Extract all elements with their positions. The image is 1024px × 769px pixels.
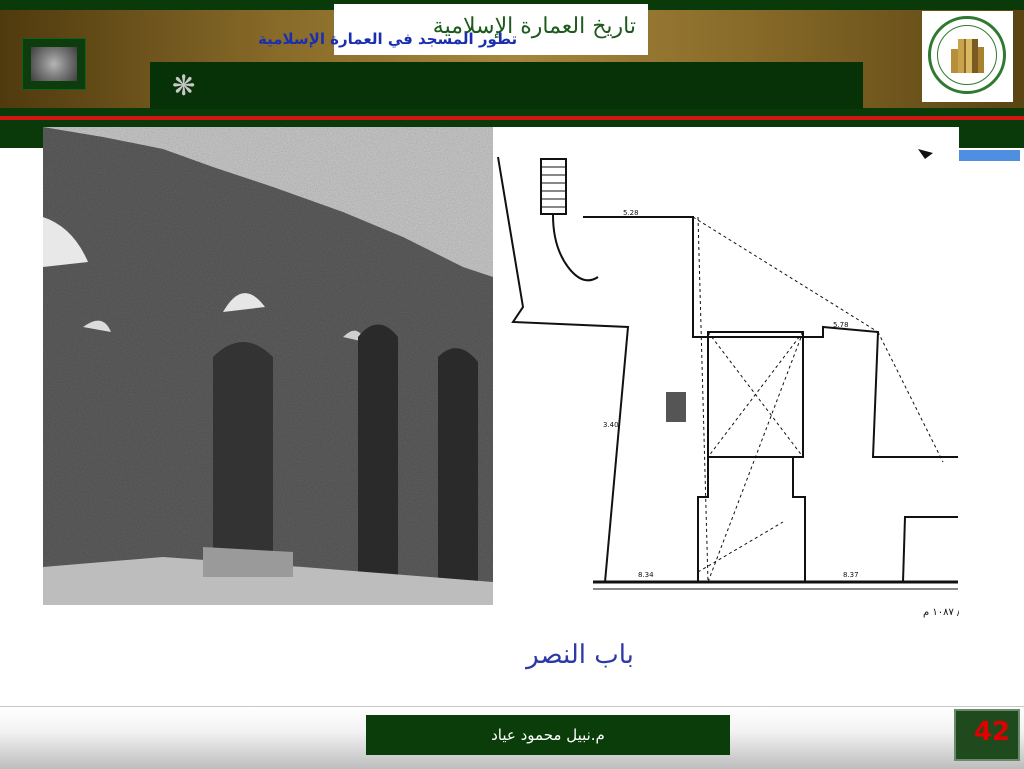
image-caption: باب النصر <box>526 640 634 670</box>
logo-building-left <box>951 49 958 73</box>
svg-text:8.37: 8.37 <box>843 571 859 579</box>
bab-al-nasr-floor-plan: 5.28 5.78 8.34 8.37 3.40 لوحة ١٩١ – باب … <box>493 127 1024 627</box>
plan-caption-line: لوحة ١٩١ – باب النصر – المسقط (CRESWELL)… <box>923 607 959 618</box>
accent-blue-bar <box>958 150 1020 161</box>
university-logo <box>922 11 1013 102</box>
plan-drawing: 5.28 5.78 8.34 8.37 3.40 لوحة ١٩١ – باب … <box>497 149 1024 618</box>
author-name: م.نبيل محمود عياد <box>491 726 605 744</box>
page-subtitle: تطور المسجد في العمارة الإسلامية <box>258 30 518 48</box>
author-box: م.نبيل محمود عياد <box>366 715 730 755</box>
nav-square-icon <box>31 47 77 81</box>
nav-square-button[interactable] <box>22 38 86 90</box>
svg-text:5.78: 5.78 <box>833 321 849 329</box>
svg-text:3.40: 3.40 <box>603 421 619 429</box>
header-title-bar <box>150 62 863 109</box>
decoration-asterisk-icon: ❋ <box>172 69 196 102</box>
svg-text:8.34: 8.34 <box>638 571 654 579</box>
photo-image <box>43 127 493 605</box>
page-number-box: 42 <box>954 709 1020 761</box>
logo-building-right <box>978 47 984 73</box>
svg-text:5.28: 5.28 <box>623 209 639 217</box>
logo-building-icon <box>958 39 978 73</box>
bab-al-nasr-photo <box>43 127 493 605</box>
page-number: 42 <box>973 717 1010 747</box>
